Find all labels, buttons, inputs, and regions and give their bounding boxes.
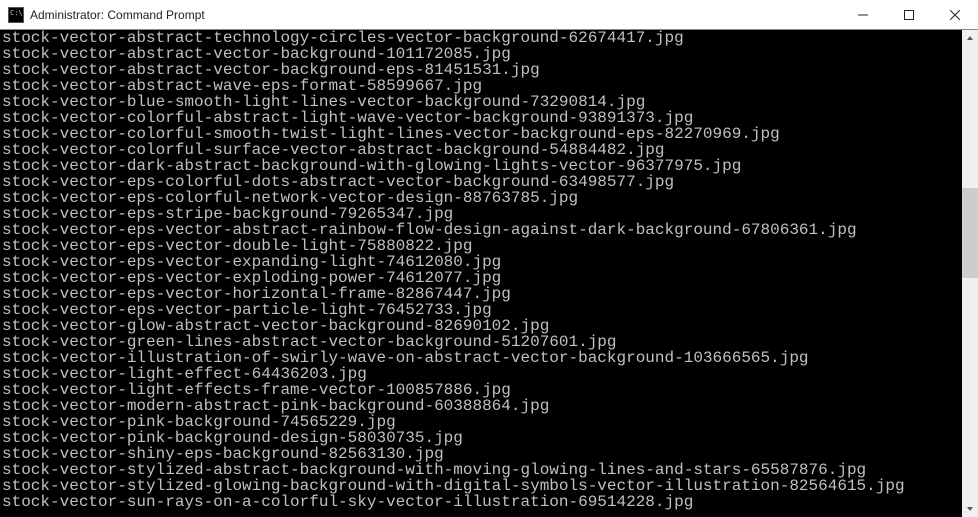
scroll-down-button[interactable] (962, 501, 978, 517)
terminal-line: stock-vector-illustration-of-swirly-wave… (2, 350, 962, 366)
maximize-button[interactable] (886, 0, 932, 30)
terminal-line: stock-vector-colorful-surface-vector-abs… (2, 142, 962, 158)
terminal-line: stock-vector-light-effect-64436203.jpg (2, 366, 962, 382)
terminal-line: stock-vector-abstract-wave-eps-format-58… (2, 78, 962, 94)
terminal-line: stock-vector-abstract-vector-background-… (2, 62, 962, 78)
terminal-line: stock-vector-eps-vector-horizontal-frame… (2, 286, 962, 302)
terminal-line: stock-vector-sun-rays-on-a-colorful-sky-… (2, 494, 962, 510)
terminal-line: stock-vector-eps-vector-expanding-light-… (2, 254, 962, 270)
terminal-line: stock-vector-glow-abstract-vector-backgr… (2, 318, 962, 334)
terminal-line: stock-vector-colorful-abstract-light-wav… (2, 110, 962, 126)
content-area: stock-vector-abstract-technology-circles… (0, 30, 978, 517)
terminal-line: stock-vector-colorful-smooth-twist-light… (2, 126, 962, 142)
terminal-line: stock-vector-eps-vector-exploding-power-… (2, 270, 962, 286)
terminal-line: stock-vector-green-lines-abstract-vector… (2, 334, 962, 350)
terminal-line: stock-vector-dark-abstract-background-wi… (2, 158, 962, 174)
scrollbar-thumb[interactable] (962, 188, 978, 278)
close-button[interactable] (932, 0, 978, 30)
terminal-line: stock-vector-eps-stripe-background-79265… (2, 206, 962, 222)
terminal-line: stock-vector-light-effects-frame-vector-… (2, 382, 962, 398)
scroll-up-button[interactable] (962, 30, 978, 46)
terminal-line: stock-vector-abstract-technology-circles… (2, 30, 962, 46)
terminal-line: stock-vector-stylized-glowing-background… (2, 478, 962, 494)
window-title: Administrator: Command Prompt (30, 8, 205, 22)
terminal-line: stock-vector-eps-colorful-network-vector… (2, 190, 962, 206)
terminal-line: stock-vector-pink-background-design-5803… (2, 430, 962, 446)
terminal-line: stock-vector-shiny-eps-background-825631… (2, 446, 962, 462)
scrollbar-track[interactable] (962, 46, 978, 501)
terminal-line: stock-vector-eps-vector-double-light-758… (2, 238, 962, 254)
terminal-line: stock-vector-eps-vector-particle-light-7… (2, 302, 962, 318)
terminal-line: stock-vector-modern-abstract-pink-backgr… (2, 398, 962, 414)
terminal-line: stock-vector-pink-background-74565229.jp… (2, 414, 962, 430)
scrollbar[interactable] (962, 30, 978, 517)
terminal-line: stock-vector-stylized-abstract-backgroun… (2, 462, 962, 478)
cmd-icon (8, 7, 24, 23)
terminal-line: stock-vector-eps-vector-abstract-rainbow… (2, 222, 962, 238)
terminal-output[interactable]: stock-vector-abstract-technology-circles… (0, 30, 962, 517)
minimize-button[interactable] (840, 0, 886, 30)
terminal-line: stock-vector-eps-colorful-dots-abstract-… (2, 174, 962, 190)
terminal-line: stock-vector-blue-smooth-light-lines-vec… (2, 94, 962, 110)
window-titlebar[interactable]: Administrator: Command Prompt (0, 0, 978, 30)
terminal-line: stock-vector-abstract-vector-background-… (2, 46, 962, 62)
